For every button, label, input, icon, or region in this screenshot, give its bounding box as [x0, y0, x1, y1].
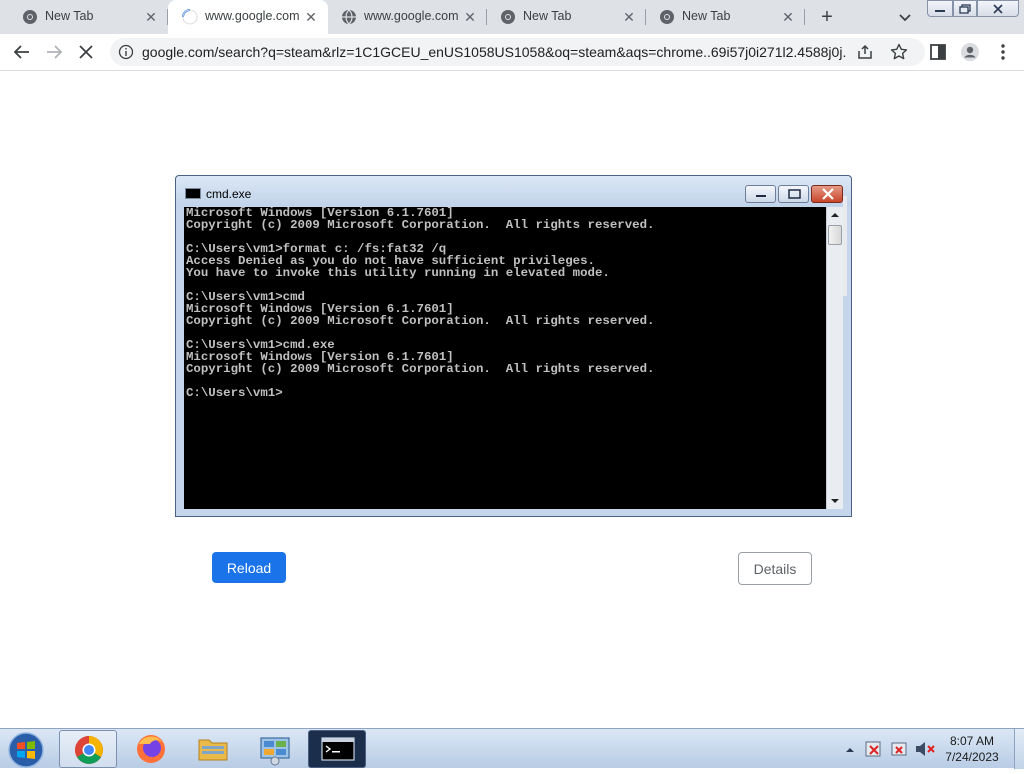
tab-strip: New Tab ✕ www.google.com ✕ www.google.co… — [0, 0, 1024, 34]
cmd-title-bar[interactable]: cmd.exe — [176, 176, 851, 206]
maximize-icon — [788, 189, 801, 199]
back-arrow-icon[interactable] — [12, 42, 32, 62]
side-panel-icon[interactable] — [928, 42, 948, 62]
cmd-icon — [185, 188, 201, 199]
close-tab-icon[interactable]: ✕ — [142, 8, 160, 26]
show-desktop-button[interactable] — [1014, 729, 1024, 769]
tab-new-tab-3[interactable]: New Tab ✕ — [645, 0, 805, 34]
restore-icon — [959, 3, 971, 14]
chrome-icon — [660, 10, 674, 24]
tab-label: www.google.com — [364, 9, 459, 23]
console-output-area[interactable]: Microsoft Windows [Version 6.1.7601] Cop… — [184, 207, 826, 509]
cmd-close-button[interactable] — [811, 185, 843, 203]
new-tab-button[interactable]: + — [816, 6, 838, 28]
chrome-icon — [75, 736, 103, 764]
minimize-icon — [935, 9, 945, 12]
cmd-window[interactable]: cmd.exe Microsoft Windows [Version 6.1.7… — [175, 175, 852, 517]
minimize-icon — [756, 195, 766, 197]
tab-google-active[interactable]: www.google.com ✕ — [168, 0, 328, 34]
site-info-icon[interactable] — [118, 44, 134, 60]
share-icon[interactable] — [856, 43, 874, 61]
close-window-button[interactable] — [977, 0, 1019, 17]
scroll-up-arrow-icon[interactable] — [827, 207, 843, 223]
close-tab-icon[interactable]: ✕ — [779, 8, 797, 26]
more-menu-icon[interactable] — [993, 42, 1013, 62]
address-bar[interactable]: google.com/search?q=steam&rlz=1C1GCEU_en… — [110, 38, 925, 66]
chevron-down-icon[interactable] — [896, 8, 914, 26]
cmd-window-title: cmd.exe — [206, 187, 252, 201]
taskbar-chrome-button[interactable] — [59, 730, 117, 768]
tray-icons — [846, 741, 935, 757]
chrome-icon — [23, 10, 37, 24]
system-tray — [842, 729, 942, 769]
maximize-button[interactable] — [953, 0, 977, 17]
cmd-icon — [321, 737, 355, 761]
tab-new-tab-2[interactable]: New Tab ✕ — [486, 0, 646, 34]
page-scroll-indicator — [843, 196, 847, 296]
console-text: Microsoft Windows [Version 6.1.7601] Cop… — [186, 207, 655, 400]
console-scrollbar[interactable] — [826, 207, 843, 509]
close-tab-icon[interactable]: ✕ — [620, 8, 638, 26]
taskbar-control-panel-button[interactable] — [246, 730, 304, 768]
url-text[interactable]: google.com/search?q=steam&rlz=1C1GCEU_en… — [142, 44, 847, 60]
loading-spinner-icon — [182, 9, 198, 25]
cmd-maximize-button[interactable] — [778, 185, 809, 203]
scroll-down-arrow-icon[interactable] — [827, 493, 843, 509]
forward-arrow-icon[interactable] — [44, 42, 64, 62]
taskbar-cmd-button[interactable] — [308, 730, 366, 768]
close-icon — [822, 188, 834, 200]
clock-date: 7/24/2023 — [945, 750, 999, 764]
tab-label: New Tab — [523, 9, 572, 23]
control-panel-icon — [260, 737, 290, 766]
tab-label: New Tab — [682, 9, 731, 23]
start-button-icon[interactable] — [6, 731, 46, 769]
details-button[interactable]: Details — [738, 552, 812, 585]
close-icon — [993, 3, 1003, 14]
tab-new-tab-1[interactable]: New Tab ✕ — [8, 0, 168, 34]
stop-loading-icon[interactable] — [76, 42, 96, 62]
tab-label: www.google.com — [205, 9, 300, 23]
globe-icon — [342, 9, 356, 25]
reload-button[interactable]: Reload — [212, 552, 286, 583]
taskbar-firefox-button[interactable] — [122, 730, 180, 768]
firefox-icon — [137, 735, 165, 763]
show-hidden-icons-icon — [846, 748, 854, 752]
tab-label: New Tab — [45, 9, 94, 23]
clock-time: 8:07 AM — [949, 734, 995, 748]
taskbar-clock[interactable]: 8:07 AM 7/24/2023 — [940, 733, 1004, 765]
chrome-icon — [501, 10, 515, 24]
taskbar-file-explorer-button[interactable] — [184, 730, 242, 768]
close-tab-icon[interactable]: ✕ — [302, 8, 320, 26]
minimize-button[interactable] — [927, 0, 953, 17]
window-controls — [927, 0, 1019, 17]
profile-avatar-icon[interactable] — [960, 42, 980, 62]
tab-google[interactable]: www.google.com ✕ — [327, 0, 487, 34]
bookmark-star-icon[interactable] — [889, 42, 909, 62]
browser-toolbar: google.com/search?q=steam&rlz=1C1GCEU_en… — [0, 34, 1024, 71]
close-tab-icon[interactable]: ✕ — [461, 8, 479, 26]
volume-muted-icon — [916, 742, 925, 756]
tab-divider — [804, 9, 805, 25]
windows-taskbar: 8:07 AM 7/24/2023 — [0, 728, 1024, 769]
cmd-minimize-button[interactable] — [745, 185, 776, 203]
file-explorer-icon — [198, 739, 228, 761]
scrollbar-thumb[interactable] — [828, 225, 842, 245]
